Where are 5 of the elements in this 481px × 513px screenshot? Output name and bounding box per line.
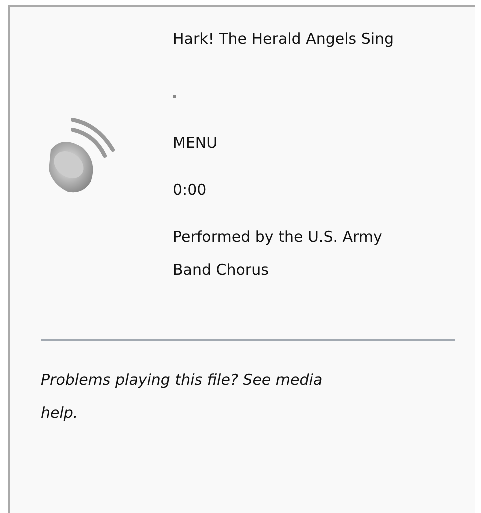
credit-text: Performed by the U.S. Army Band Chorus	[173, 227, 384, 281]
time-label: 0:00	[173, 180, 208, 201]
menu-label[interactable]: MENU	[173, 127, 403, 160]
help-text: Problems playing this file? See media help.	[41, 370, 324, 424]
track-title: Hark! The Herald Angels Sing	[173, 29, 396, 50]
